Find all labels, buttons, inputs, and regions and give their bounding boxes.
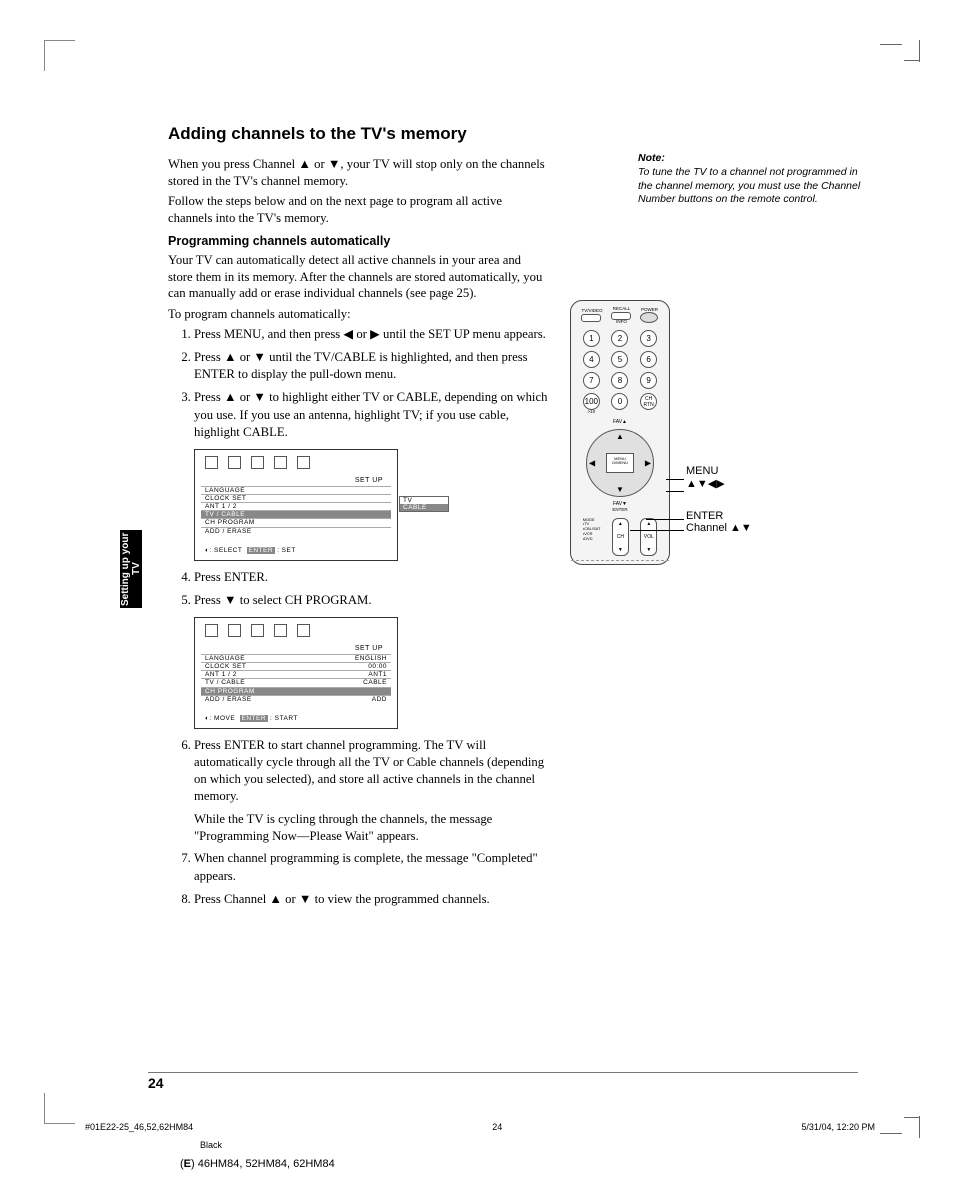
osd-screenshot-1: SET UP LANGUAGE CLOCK SET ANT 1 / 2 TV /… — [194, 449, 398, 561]
osd1-row: CH PROGRAM — [201, 518, 391, 526]
osd2-row: ADD / ERASEADD — [201, 695, 391, 703]
step-6: Press ENTER to start channel programming… — [194, 737, 548, 845]
osd2-row: ANT 1 / 2ANT1 — [201, 670, 391, 678]
callout-line — [666, 491, 684, 492]
crop-mark-tl — [44, 40, 75, 71]
step-2: Press ▲ or ▼ until the TV/CABLE is highl… — [194, 349, 548, 383]
callout-line — [666, 479, 684, 480]
callout-channel: Channel ▲▼ — [686, 522, 752, 534]
callout-line — [630, 530, 684, 531]
note-heading: Note: — [638, 152, 868, 164]
osd1-row: LANGUAGE — [201, 486, 391, 494]
steps-list-3: Press ENTER to start channel programming… — [176, 737, 548, 908]
step-5: Press ▼ to select CH PROGRAM. — [194, 592, 548, 609]
callout-menu: MENU — [686, 465, 752, 477]
osd1-footer: ◐: SELECT ENTER: SET — [201, 547, 391, 554]
osd1-row: ADD / ERASE — [201, 527, 391, 535]
intro-para-2: Follow the steps below and on the next p… — [168, 193, 548, 226]
section-title: Adding channels to the TV's memory — [168, 124, 868, 144]
osd2-row: CLOCK SET00:00 — [201, 662, 391, 670]
osd2-title: SET UP — [201, 645, 391, 652]
crop-mark-bl — [44, 1093, 75, 1124]
step-3: Press ▲ or ▼ to highlight either TV or C… — [194, 389, 548, 440]
callout-enter: ENTER — [686, 510, 752, 522]
footer-rule — [148, 1072, 858, 1073]
step-8: Press Channel ▲ or ▼ to view the program… — [194, 891, 548, 908]
osd1-title: SET UP — [201, 477, 391, 484]
footer-color: Black — [200, 1140, 222, 1150]
osd1-row: ANT 1 / 2 — [201, 502, 391, 510]
steps-list-2: Press ENTER. Press ▼ to select CH PROGRA… — [176, 569, 548, 609]
step-1: Press MENU, and then press ◀ or ▶ until … — [194, 326, 548, 343]
footer-meta: #01E22-25_46,52,62HM84 24 5/31/04, 12:20… — [85, 1122, 875, 1132]
step-4: Press ENTER. — [194, 569, 548, 586]
osd2-row: LANGUAGEENGLISH — [201, 654, 391, 662]
osd2-row: TV / CABLECABLE — [201, 678, 391, 686]
chapter-tab: Setting up your TV — [120, 530, 142, 608]
dpad-icon: ▲ ▼ ◀ ▶ MENU O/MENU — [586, 429, 654, 497]
osd1-row: CLOCK SET — [201, 494, 391, 502]
step-7: When channel programming is complete, th… — [194, 850, 548, 884]
para-4: To program channels automatically: — [168, 306, 548, 323]
osd1-row-highlight: TV / CABLE — [201, 510, 391, 518]
osd-screenshot-2: SET UP LANGUAGEENGLISH CLOCK SET00:00 AN… — [194, 617, 398, 729]
subheading: Programming channels automatically — [168, 234, 548, 248]
mode-list: MODE •TV •CBL/SAT •VCR •DVD — [583, 518, 601, 556]
para-3: Your TV can automatically detect all act… — [168, 252, 548, 302]
footer-model: (E) 46HM84, 52HM84, 62HM84 — [180, 1158, 335, 1170]
callout-line — [646, 519, 684, 520]
page-number: 24 — [148, 1075, 164, 1091]
intro-para-1: When you press Channel ▲ or ▼, your TV w… — [168, 156, 548, 189]
osd2-footer: ◐: MOVE ENTER: START — [201, 715, 391, 722]
osd2-row-highlight: CH PROGRAM — [201, 687, 391, 695]
note-body: To tune the TV to a channel not programm… — [638, 166, 868, 207]
remote-figure: TV/VIDEO RECALLINFO POWER 1 2 3 4 5 6 7 … — [570, 300, 690, 565]
steps-list-1: Press MENU, and then press ◀ or ▶ until … — [176, 326, 548, 441]
osd1-dropdown: TV CABLE — [399, 496, 449, 512]
callout-arrows: ▲▼◀▶ — [686, 477, 752, 490]
